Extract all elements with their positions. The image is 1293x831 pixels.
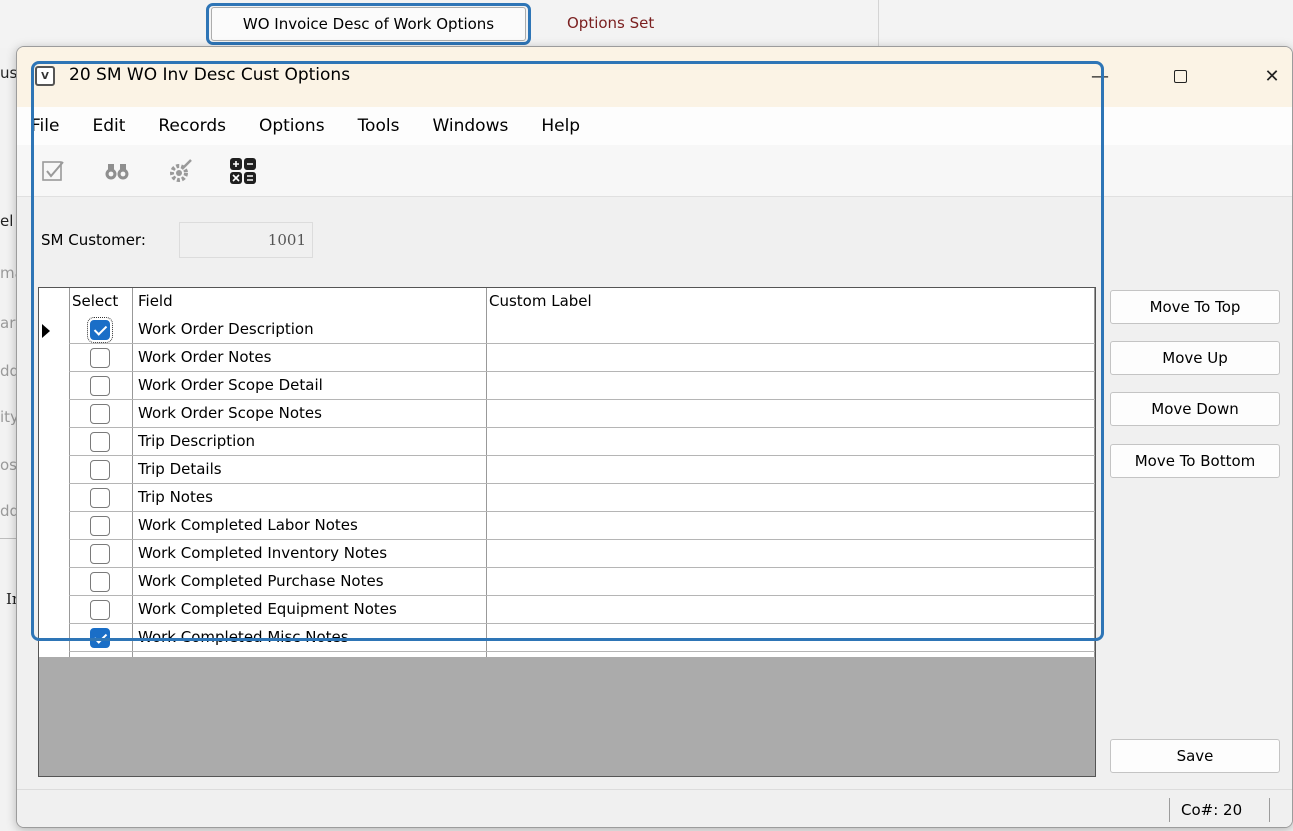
- custom-label-cell[interactable]: [487, 456, 1093, 483]
- select-checkbox[interactable]: [90, 432, 110, 452]
- field-name: Trip Description: [138, 432, 256, 450]
- custom-label-cell[interactable]: [487, 596, 1093, 623]
- background-fragment: el: [0, 212, 14, 230]
- column-header-custom-label[interactable]: Custom Label: [489, 292, 592, 310]
- menu-help[interactable]: Help: [541, 116, 580, 136]
- field-name: Work Completed Misc Notes: [138, 628, 349, 646]
- close-button[interactable]: ✕: [1249, 59, 1292, 93]
- status-bar: Co#: 20: [17, 789, 1292, 827]
- column-header-field[interactable]: Field: [138, 292, 173, 310]
- app-icon: V: [35, 66, 55, 86]
- background-divider: [878, 0, 879, 48]
- select-checkbox[interactable]: [90, 600, 110, 620]
- menu-bar: File Edit Records Options Tools Windows …: [17, 107, 1292, 145]
- edit-check-icon: [42, 160, 64, 181]
- row-divider: [69, 651, 1095, 652]
- custom-label-cell[interactable]: [487, 344, 1093, 371]
- move-up-button[interactable]: Move Up: [1110, 341, 1280, 375]
- title-bar: V 20 SM WO Inv Desc Cust Options — ✕: [17, 47, 1292, 107]
- cust-options-window: V 20 SM WO Inv Desc Cust Options — ✕ Fil…: [16, 46, 1293, 828]
- menu-file[interactable]: File: [31, 116, 59, 136]
- table-row[interactable]: Trip Details: [39, 456, 1095, 484]
- field-name: Work Order Description: [138, 320, 314, 338]
- custom-label-cell[interactable]: [487, 400, 1093, 427]
- options-grid: Select Field Custom Label Work Order Des…: [38, 287, 1096, 777]
- table-row[interactable]: Trip Description: [39, 428, 1095, 456]
- select-checkbox[interactable]: [90, 404, 110, 424]
- custom-label-cell[interactable]: [487, 484, 1093, 511]
- toolbar: [17, 145, 1292, 197]
- field-name: Work Order Notes: [138, 348, 272, 366]
- custom-label-cell[interactable]: [487, 568, 1093, 595]
- calculator-icon: [230, 157, 256, 184]
- status-separator: [1169, 798, 1170, 822]
- custom-label-cell[interactable]: [487, 540, 1093, 567]
- minimize-button[interactable]: —: [1077, 59, 1123, 93]
- maximize-icon: [1173, 69, 1187, 83]
- field-name: Work Completed Equipment Notes: [138, 600, 397, 618]
- tools-tool-button[interactable]: [164, 155, 196, 187]
- table-row[interactable]: Work Completed Labor Notes: [39, 512, 1095, 540]
- window-title: 20 SM WO Inv Desc Cust Options: [69, 65, 351, 85]
- edit-check-tool-button[interactable]: [38, 155, 70, 187]
- annotation-highlight-button: [206, 3, 531, 45]
- maximize-button[interactable]: [1157, 59, 1203, 93]
- table-row[interactable]: Work Order Notes: [39, 344, 1095, 372]
- field-name: Trip Notes: [138, 488, 213, 506]
- table-row[interactable]: Work Completed Misc Notes: [39, 624, 1095, 652]
- find-tool-button[interactable]: [101, 155, 133, 187]
- field-name: Work Order Scope Notes: [138, 404, 322, 422]
- calculator-tool-button[interactable]: [227, 155, 259, 187]
- sm-customer-label: SM Customer:: [41, 231, 146, 249]
- table-row[interactable]: Work Order Description: [39, 316, 1095, 344]
- background-line: [0, 538, 16, 539]
- sm-customer-field[interactable]: 1001: [179, 222, 313, 258]
- background-left-strip: [0, 48, 16, 831]
- background-fragment: us: [0, 64, 18, 82]
- field-name: Work Order Scope Detail: [138, 376, 323, 394]
- custom-label-cell[interactable]: [487, 624, 1093, 651]
- table-row[interactable]: Work Completed Inventory Notes: [39, 540, 1095, 568]
- menu-windows[interactable]: Windows: [432, 116, 508, 136]
- move-down-button[interactable]: Move Down: [1110, 392, 1280, 426]
- select-checkbox[interactable]: [90, 460, 110, 480]
- move-to-top-button[interactable]: Move To Top: [1110, 290, 1280, 324]
- table-row[interactable]: Work Order Scope Detail: [39, 372, 1095, 400]
- field-name: Trip Details: [138, 460, 222, 478]
- menu-edit[interactable]: Edit: [92, 116, 125, 136]
- table-row[interactable]: Work Completed Purchase Notes: [39, 568, 1095, 596]
- custom-label-cell[interactable]: [487, 512, 1093, 539]
- save-button[interactable]: Save: [1110, 739, 1280, 773]
- menu-records[interactable]: Records: [158, 116, 226, 136]
- field-name: Work Completed Inventory Notes: [138, 544, 388, 562]
- move-to-bottom-button[interactable]: Move To Bottom: [1110, 444, 1280, 478]
- select-checkbox[interactable]: [90, 488, 110, 508]
- binoculars-icon: [105, 163, 129, 179]
- background-fragment: ar: [0, 314, 16, 332]
- status-separator: [1269, 798, 1270, 822]
- table-row[interactable]: Trip Notes: [39, 484, 1095, 512]
- menu-tools[interactable]: Tools: [358, 116, 400, 136]
- custom-label-cell[interactable]: [487, 428, 1093, 455]
- select-checkbox[interactable]: [90, 376, 110, 396]
- select-checkbox[interactable]: [90, 628, 110, 648]
- background-fragment: os: [0, 456, 17, 474]
- gear-tools-icon: [170, 158, 192, 182]
- table-row[interactable]: Work Order Scope Notes: [39, 400, 1095, 428]
- select-checkbox[interactable]: [90, 516, 110, 536]
- select-checkbox[interactable]: [90, 572, 110, 592]
- table-row[interactable]: Work Completed Equipment Notes: [39, 596, 1095, 624]
- custom-label-cell[interactable]: [487, 372, 1093, 399]
- field-name: Work Completed Labor Notes: [138, 516, 358, 534]
- field-name: Work Completed Purchase Notes: [138, 572, 384, 590]
- grid-body: Select Field Custom Label Work Order Des…: [39, 288, 1095, 657]
- select-checkbox[interactable]: [90, 544, 110, 564]
- select-checkbox[interactable]: [87, 317, 113, 343]
- select-checkbox[interactable]: [90, 348, 110, 368]
- menu-options[interactable]: Options: [259, 116, 325, 136]
- options-set-status: Options Set: [567, 14, 655, 32]
- company-number: Co#: 20: [1181, 801, 1243, 819]
- column-header-select[interactable]: Select: [72, 292, 118, 310]
- custom-label-cell[interactable]: [487, 316, 1093, 343]
